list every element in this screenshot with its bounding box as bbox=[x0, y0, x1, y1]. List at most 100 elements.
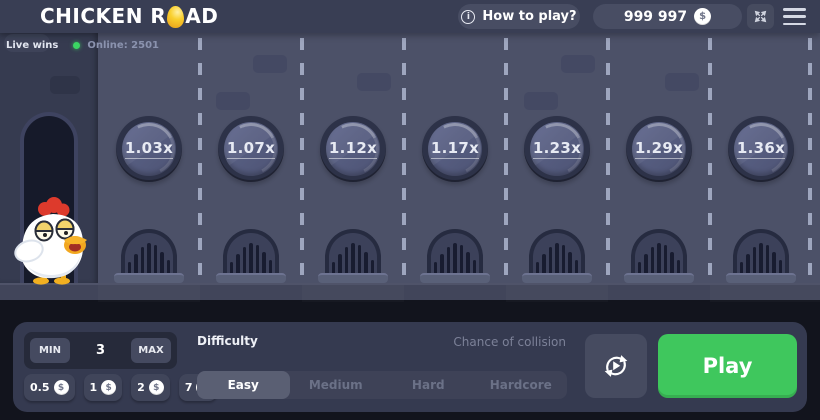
lane-divider bbox=[808, 38, 812, 280]
lane-divider bbox=[606, 38, 610, 280]
egg-icon bbox=[167, 6, 185, 28]
coin-icon: $ bbox=[101, 380, 117, 395]
sewer-grate-base bbox=[318, 273, 388, 283]
sewer-grate-base bbox=[216, 273, 286, 283]
road-lane: 1.03x bbox=[98, 33, 200, 283]
multiplier-hatch-face: 1.36x bbox=[734, 122, 788, 176]
bet-control-panel: MIN 3 MAX 0.5 $ 1 $ 2 $ 7 $ Difficulty C… bbox=[13, 322, 807, 412]
game-scene: 1.03x 1.07x 1.12x 1.17x 1.23x 1.29x 1.36… bbox=[0, 33, 820, 300]
multiplier-hatch: 1.12x bbox=[320, 116, 386, 182]
difficulty-option-easy[interactable]: Easy bbox=[197, 371, 290, 399]
lane-divider bbox=[504, 38, 508, 280]
logo-text-suffix: AD bbox=[185, 4, 219, 28]
play-button[interactable]: Play bbox=[658, 334, 797, 398]
multiplier-hatch-face: 1.29x bbox=[632, 122, 686, 176]
online-count-label: Online: 2501 bbox=[87, 40, 160, 51]
sewer-grate bbox=[631, 229, 687, 274]
multiplier-hatch-face: 1.17x bbox=[428, 122, 482, 176]
chip-value: 0.5 bbox=[30, 381, 50, 394]
chip-value: 7 bbox=[184, 381, 193, 394]
sewer-grate-base bbox=[726, 273, 796, 283]
multiplier-value: 1.23x bbox=[532, 139, 582, 159]
sewer-grate-base bbox=[624, 273, 694, 283]
coin-icon: $ bbox=[694, 8, 712, 25]
logo-text-prefix: CHICKEN R bbox=[40, 4, 167, 28]
multiplier-value: 1.12x bbox=[328, 139, 378, 159]
difficulty-selector: Easy Medium Hard Hardcore bbox=[197, 371, 567, 399]
multiplier-value: 1.29x bbox=[634, 139, 684, 159]
road-lane: 1.23x bbox=[504, 33, 608, 283]
quick-bet-chips: 0.5 $ 1 $ 2 $ 7 $ bbox=[24, 374, 218, 401]
info-icon: i bbox=[461, 9, 476, 24]
menu-button[interactable] bbox=[783, 8, 806, 25]
road-lane: 1.17x bbox=[402, 33, 506, 283]
road-lane: 1.29x bbox=[606, 33, 710, 283]
expand-icon bbox=[754, 10, 767, 23]
status-row: Live wins Online: 2501 bbox=[6, 40, 159, 51]
difficulty-option-hardcore[interactable]: Hardcore bbox=[475, 371, 568, 399]
multiplier-hatch: 1.07x bbox=[218, 116, 284, 182]
balance-display: 999 997 $ bbox=[593, 4, 742, 29]
sewer-grate bbox=[223, 229, 279, 274]
quick-bet-chip[interactable]: 0.5 $ bbox=[24, 374, 75, 401]
difficulty-option-medium[interactable]: Medium bbox=[290, 371, 383, 399]
sewer-grate bbox=[733, 229, 789, 274]
auto-cycle-icon bbox=[604, 355, 628, 377]
fullscreen-button[interactable] bbox=[747, 4, 774, 29]
road-lane: 1.12x bbox=[300, 33, 404, 283]
lane-divider bbox=[198, 38, 202, 280]
sewer-grate bbox=[529, 229, 585, 274]
online-dot-icon bbox=[73, 42, 81, 49]
sewer-grate-base bbox=[420, 273, 490, 283]
multiplier-value: 1.07x bbox=[226, 139, 276, 159]
sewer-grate bbox=[427, 229, 483, 274]
min-bet-button[interactable]: MIN bbox=[30, 338, 70, 363]
multiplier-hatch: 1.17x bbox=[422, 116, 488, 182]
multiplier-hatch: 1.03x bbox=[116, 116, 182, 182]
multiplier-hatch: 1.36x bbox=[728, 116, 794, 182]
multiplier-hatch-face: 1.07x bbox=[224, 122, 278, 176]
chip-value: 2 bbox=[137, 381, 145, 394]
multiplier-hatch-face: 1.12x bbox=[326, 122, 380, 176]
multiplier-value: 1.17x bbox=[430, 139, 480, 159]
multiplier-value: 1.03x bbox=[124, 139, 174, 159]
sewer-grate bbox=[121, 229, 177, 274]
live-wins-label: Live wins bbox=[6, 40, 59, 51]
coin-icon: $ bbox=[148, 380, 164, 395]
app-logo: CHICKEN R AD bbox=[40, 4, 218, 28]
how-to-play-button[interactable]: i How to play? bbox=[458, 4, 580, 29]
sidewalk bbox=[0, 283, 820, 300]
sewer-grate-base bbox=[522, 273, 592, 283]
multiplier-hatch: 1.23x bbox=[524, 116, 590, 182]
road-lane: 1.07x bbox=[198, 33, 302, 283]
lane-divider bbox=[300, 38, 304, 280]
difficulty-option-hard[interactable]: Hard bbox=[382, 371, 475, 399]
chicken-road-app: 1.03x 1.07x 1.12x 1.17x 1.23x 1.29x 1.36… bbox=[0, 0, 820, 420]
max-bet-button[interactable]: MAX bbox=[130, 338, 171, 363]
road-lanes: 1.03x 1.07x 1.12x 1.17x 1.23x 1.29x 1.36… bbox=[98, 33, 820, 283]
top-bar: CHICKEN R AD i How to play? 999 997 $ bbox=[0, 0, 820, 33]
menu-icon bbox=[783, 8, 806, 11]
balance-value: 999 997 bbox=[623, 8, 688, 25]
chip-value: 1 bbox=[89, 381, 98, 394]
road-lane: 1.36x bbox=[708, 33, 812, 283]
how-to-play-label: How to play? bbox=[482, 9, 577, 24]
bet-amount-value[interactable]: 3 bbox=[96, 343, 105, 358]
chance-of-collision-label: Chance of collision bbox=[453, 335, 566, 349]
wall-patch bbox=[50, 76, 80, 94]
lane-divider bbox=[708, 38, 712, 280]
multiplier-hatch: 1.29x bbox=[626, 116, 692, 182]
auto-play-button[interactable] bbox=[585, 334, 647, 398]
sewer-grate bbox=[325, 229, 381, 274]
multiplier-hatch-face: 1.03x bbox=[122, 122, 176, 176]
lane-divider bbox=[402, 38, 406, 280]
sewer-grate-base bbox=[114, 273, 184, 283]
bet-amount-box: MIN 3 MAX bbox=[24, 332, 177, 369]
coin-icon: $ bbox=[53, 380, 69, 395]
chicken-character bbox=[14, 197, 87, 285]
difficulty-label: Difficulty bbox=[197, 334, 258, 348]
multiplier-hatch-face: 1.23x bbox=[530, 122, 584, 176]
quick-bet-chip[interactable]: 2 $ bbox=[131, 374, 170, 401]
quick-bet-chip[interactable]: 1 $ bbox=[83, 374, 123, 401]
multiplier-value: 1.36x bbox=[736, 139, 786, 159]
